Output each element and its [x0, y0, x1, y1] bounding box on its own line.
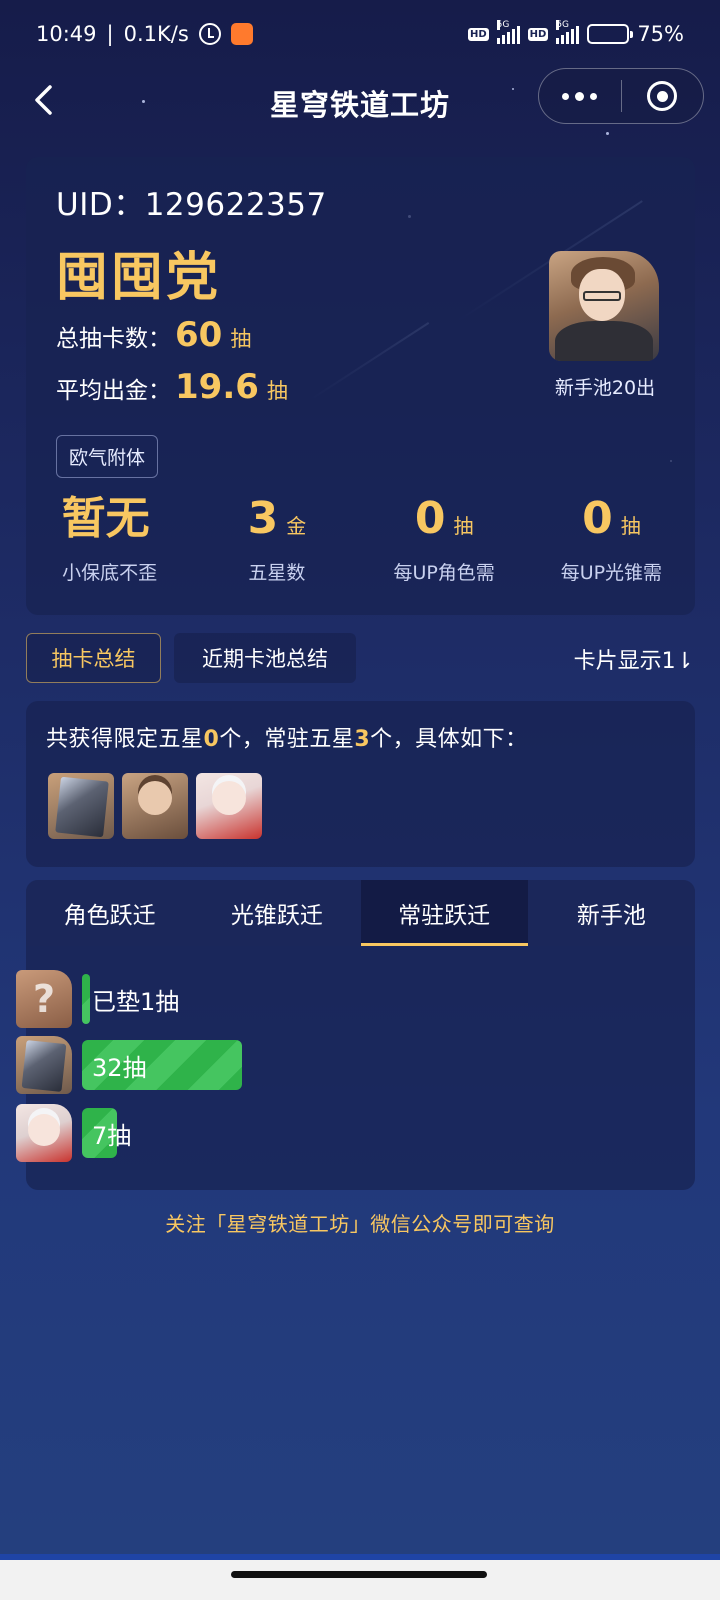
average-pulls-line: 平均出金： 19.6 抽 — [56, 367, 288, 407]
tab-light-cone-warp[interactable]: 光锥跃迁 — [193, 880, 360, 946]
five-star-icon-list — [48, 773, 262, 839]
close-miniprogram-icon[interactable] — [622, 69, 704, 123]
stat-label: 每UP角色需 — [393, 562, 495, 584]
pull-bar: 7抽 — [82, 1108, 131, 1158]
glasses-character-icon[interactable] — [122, 773, 188, 839]
tab-recent-banner-summary[interactable]: 近期卡池总结 — [174, 633, 356, 683]
stat-pity: 暂无 小保底不歪 — [26, 493, 193, 585]
white-hair-character-icon[interactable] — [16, 1104, 72, 1162]
alarm-icon — [198, 23, 221, 45]
average-pulls-label: 平均出金： — [56, 378, 171, 404]
tab-standard-warp[interactable]: 常驻跃迁 — [360, 880, 529, 946]
stat-unit: 抽 — [453, 514, 474, 538]
stat-value: 0 — [582, 493, 613, 544]
profile-card: UID：129622357 囤囤党 总抽卡数： 60 抽 平均出金： 19.6 … — [26, 157, 695, 615]
battery-icon — [587, 24, 634, 44]
average-pulls-value: 19.6 — [175, 367, 259, 407]
five-star-summary-text: 共获得限定五星0个，常驻五星3个，具体如下： — [46, 721, 528, 753]
light-cone-icon[interactable] — [16, 1036, 72, 1094]
stat-value: 暂无 — [61, 493, 150, 544]
stat-unit: 抽 — [620, 514, 641, 538]
pull-bar: 32抽 — [82, 1040, 242, 1090]
hd-icon: HD — [467, 27, 489, 41]
stat-label: 每UP光锥需 — [560, 562, 663, 584]
pull-bar-fill — [82, 974, 90, 1024]
stat-label: 五星数 — [248, 562, 306, 584]
pull-bar-label: 32抽 — [92, 1053, 147, 1082]
total-pulls-unit: 抽 — [230, 327, 252, 351]
app-notification-icon — [230, 23, 253, 45]
signal-icon: 5G — [556, 20, 580, 44]
pull-record-row: 32抽 — [16, 1036, 242, 1094]
light-cone-icon[interactable] — [48, 773, 114, 839]
tab-pull-summary[interactable]: 抽卡总结 — [26, 633, 161, 683]
white-hair-character-icon[interactable] — [196, 773, 262, 839]
more-options-icon[interactable] — [539, 69, 621, 123]
luck-badge: 欧气附体 — [56, 435, 159, 478]
total-pulls-value: 60 — [175, 315, 223, 355]
home-indicator[interactable] — [231, 1571, 487, 1578]
user-nickname: 囤囤党 — [56, 248, 222, 308]
featured-avatar: 新手池20出 — [549, 251, 661, 400]
card-display-toggle[interactable]: 卡片显示1⇂ — [574, 643, 694, 675]
banner-tabs: 角色跃迁 光锥跃迁 常驻跃迁 新手池 — [26, 880, 695, 946]
pull-bar-label: 7抽 — [92, 1121, 132, 1150]
pull-record-row: 7抽 — [16, 1104, 131, 1162]
pull-bar-label: 已垫1抽 — [92, 987, 180, 1016]
tab-beginner-warp[interactable]: 新手池 — [528, 880, 695, 946]
limited-five-star-count: 0 — [203, 727, 220, 752]
status-bar: 10:49 | 0.1K/s HD 5G HD 5G 75% — [0, 0, 720, 68]
separator: | — [106, 22, 114, 46]
unknown-character-icon: ? — [16, 970, 72, 1028]
standard-five-star-count: 3 — [354, 727, 371, 752]
system-navigation-area — [0, 1554, 720, 1600]
stat-per-up-character: 0抽 每UP角色需 — [361, 493, 528, 585]
pull-bar: 已垫1抽 — [82, 974, 179, 1024]
pull-record-row: ? 已垫1抽 — [16, 970, 179, 1028]
stat-value: 3 — [247, 493, 279, 544]
stat-per-up-light-cone: 0抽 每UP光锥需 — [528, 493, 695, 585]
stat-value: 0 — [414, 493, 446, 544]
clock: 10:49 — [36, 22, 97, 46]
five-star-summary-card: 共获得限定五星0个，常驻五星3个，具体如下： — [26, 701, 695, 867]
character-avatar — [549, 251, 659, 361]
miniprogram-capsule — [538, 68, 704, 124]
hd-icon: HD — [527, 27, 549, 41]
avatar-caption: 新手池20出 — [554, 377, 656, 399]
stat-label: 小保底不歪 — [62, 562, 158, 584]
battery-percent: 75% — [637, 22, 684, 46]
navigation-bar: 星穹铁道工坊 — [0, 68, 720, 128]
stats-row: 暂无 小保底不歪 3金 五星数 0抽 每UP角色需 0抽 每UP光锥需 — [26, 493, 695, 585]
signal-icon: 5G — [496, 20, 520, 44]
summary-suffix: 个，具体如下： — [370, 727, 528, 752]
tab-character-warp[interactable]: 角色跃迁 — [26, 880, 193, 946]
user-uid: UID：129622357 — [56, 187, 327, 223]
average-pulls-unit: 抽 — [266, 379, 288, 403]
summary-prefix: 共获得限定五星 — [46, 727, 204, 752]
follow-official-account-note: 关注「星穹铁道工坊」微信公众号即可查询 — [165, 1212, 555, 1236]
stat-unit: 金 — [286, 514, 307, 538]
total-pulls-label: 总抽卡数： — [56, 326, 171, 352]
network-speed: 0.1K/s — [123, 22, 189, 46]
stat-five-star-count: 3金 五星数 — [193, 493, 360, 585]
total-pulls-line: 总抽卡数： 60 抽 — [56, 315, 251, 355]
summary-middle: 个，常驻五星 — [219, 727, 355, 752]
